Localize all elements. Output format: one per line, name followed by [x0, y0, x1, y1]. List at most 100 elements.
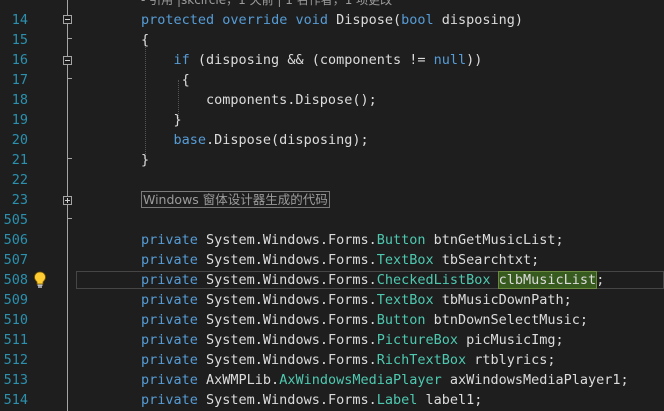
- code-line[interactable]: 22: [0, 170, 664, 190]
- keyword-token: private: [141, 352, 198, 368]
- code-text[interactable]: private System.Windows.Forms.RichTextBox…: [141, 350, 556, 370]
- code-token: System.Windows.Forms.: [197, 232, 377, 248]
- line-number: 513: [3, 372, 28, 388]
- keyword-token: override: [222, 12, 288, 28]
- keyword-token: private: [141, 332, 198, 348]
- code-line[interactable]: 510 private System.Windows.Forms.Button b…: [0, 310, 664, 330]
- code-text[interactable]: }: [141, 110, 182, 130]
- code-line[interactable]: 15 {: [0, 30, 664, 50]
- keyword-token: if: [173, 52, 190, 68]
- keyword-token: base: [173, 132, 207, 148]
- keyword-token: private: [141, 252, 198, 268]
- code-line[interactable]: 511 private System.Windows.Forms.PictureB…: [0, 330, 664, 350]
- type-token: RichTextBox: [376, 352, 467, 368]
- collapsed-region[interactable]: Windows 窗体设计器生成的代码: [141, 191, 330, 208]
- code-token: {: [141, 32, 150, 48]
- code-token: {: [141, 72, 190, 88]
- keyword-token: private: [141, 392, 198, 408]
- line-number: 23: [11, 192, 28, 208]
- code-token: label1;: [417, 392, 483, 408]
- code-text[interactable]: Windows 窗体设计器生成的代码: [141, 190, 330, 210]
- code-text[interactable]: if (disposing && (components != null)): [141, 50, 483, 70]
- code-text[interactable]: }: [141, 150, 149, 170]
- code-token: System.Windows.Forms.: [197, 392, 377, 408]
- code-line[interactable]: 513 private AxWMPLib.AxWindowsMediaPlayer…: [0, 370, 664, 390]
- code-token: tbSearchtxt;: [433, 252, 540, 268]
- code-line[interactable]: 23 Windows 窗体设计器生成的代码: [0, 190, 664, 210]
- code-token: System.Windows.Forms.: [197, 252, 377, 268]
- keyword-token: private: [141, 312, 198, 328]
- code-token: AxWMPLib.: [197, 372, 280, 388]
- keyword-token: bool: [401, 12, 434, 28]
- code-token: System.Windows.Forms.: [197, 312, 377, 328]
- code-line[interactable]: 505: [0, 210, 664, 230]
- code-text[interactable]: private System.Windows.Forms.TextBox tbM…: [141, 290, 572, 310]
- code-text[interactable]: private System.Windows.Forms.TextBox tbS…: [141, 250, 539, 270]
- code-token: disposing): [433, 12, 524, 28]
- code-line[interactable]: 21}: [0, 150, 664, 170]
- line-number: 17: [11, 72, 28, 88]
- code-token: System.Windows.Forms.: [197, 332, 377, 348]
- keyword-token: private: [141, 292, 198, 308]
- code-line[interactable]: 14 protected override void Dispose(bool d…: [0, 10, 664, 30]
- highlighted-symbol: clbMusicList: [497, 271, 598, 289]
- code-text[interactable]: - 引用 |skcircle，1 天前 | 1 名作者，1 项更改: [141, 0, 392, 10]
- line-number: 509: [3, 292, 28, 308]
- code-token: }: [141, 112, 182, 128]
- code-token: System.Windows.Forms.: [197, 292, 377, 308]
- code-text[interactable]: private System.Windows.Forms.Label label…: [141, 390, 482, 410]
- code-text[interactable]: {: [141, 70, 190, 90]
- code-line[interactable]: 512 private System.Windows.Forms.RichText…: [0, 350, 664, 370]
- code-line[interactable]: 19 }: [0, 110, 664, 130]
- code-text[interactable]: components.Dispose();: [141, 90, 377, 110]
- code-line[interactable]: 506 private System.Windows.Forms.Button b…: [0, 230, 664, 250]
- code-text[interactable]: protected override void Dispose(bool dis…: [141, 10, 523, 30]
- code-line[interactable]: 17 {: [0, 70, 664, 90]
- code-line[interactable]: 18 components.Dispose();: [0, 90, 664, 110]
- keyword-token: protected: [141, 12, 215, 28]
- code-text[interactable]: base.Dispose(disposing);: [141, 130, 369, 150]
- code-token: )): [466, 52, 483, 68]
- code-editor[interactable]: - 引用 |skcircle，1 天前 | 1 名作者，1 项更改 14 prote…: [0, 0, 664, 411]
- type-token: TextBox: [376, 252, 434, 268]
- type-token: AxWindowsMediaPlayer: [279, 372, 442, 388]
- type-token: Button: [376, 232, 426, 248]
- code-line[interactable]: - 引用 |skcircle，1 天前 | 1 名作者，1 项更改: [0, 0, 664, 10]
- code-text[interactable]: private System.Windows.Forms.PictureBox …: [141, 330, 564, 350]
- line-number: 505: [3, 212, 28, 228]
- code-text[interactable]: private System.Windows.Forms.CheckedList…: [141, 270, 604, 290]
- line-number: 16: [11, 52, 28, 68]
- code-token: }: [141, 152, 150, 168]
- line-number: 511: [3, 332, 28, 348]
- codelens-info[interactable]: - 引用 |skcircle，1 天前 | 1 名作者，1 项更改: [141, 0, 392, 7]
- line-number: 19: [11, 112, 28, 128]
- code-line[interactable]: 508 private System.Windows.Forms.CheckedL…: [0, 270, 664, 290]
- code-line[interactable]: 509 private System.Windows.Forms.TextBox …: [0, 290, 664, 310]
- code-text[interactable]: {: [141, 30, 149, 50]
- code-token: components.Dispose();: [141, 92, 377, 108]
- code-text[interactable]: private AxWMPLib.AxWindowsMediaPlayer ax…: [141, 370, 629, 390]
- code-token: btnGetMusicList;: [425, 232, 564, 248]
- keyword-token: private: [141, 372, 198, 388]
- code-text[interactable]: private System.Windows.Forms.Button btnD…: [141, 310, 588, 330]
- line-number: 510: [3, 312, 28, 328]
- code-line[interactable]: 507 private System.Windows.Forms.TextBox …: [0, 250, 664, 270]
- line-number: 21: [11, 152, 28, 168]
- keyword-token: null: [433, 52, 467, 68]
- keyword-token: private: [141, 272, 198, 288]
- line-number: 15: [11, 32, 28, 48]
- code-line[interactable]: 16 if (disposing && (components != null)…: [0, 50, 664, 70]
- code-token: tbMusicDownPath;: [433, 292, 572, 308]
- type-token: Label: [376, 392, 418, 408]
- line-number: 14: [11, 12, 28, 28]
- code-token: System.Windows.Forms.: [197, 352, 377, 368]
- code-line[interactable]: 20 base.Dispose(disposing);: [0, 130, 664, 150]
- code-text[interactable]: private System.Windows.Forms.Button btnG…: [141, 230, 564, 250]
- type-token: CheckedListBox: [376, 272, 491, 288]
- code-token: ;: [596, 272, 605, 288]
- code-token: Dispose(: [327, 12, 402, 28]
- line-number: 512: [3, 352, 28, 368]
- code-line[interactable]: 514 private System.Windows.Forms.Label la…: [0, 390, 664, 410]
